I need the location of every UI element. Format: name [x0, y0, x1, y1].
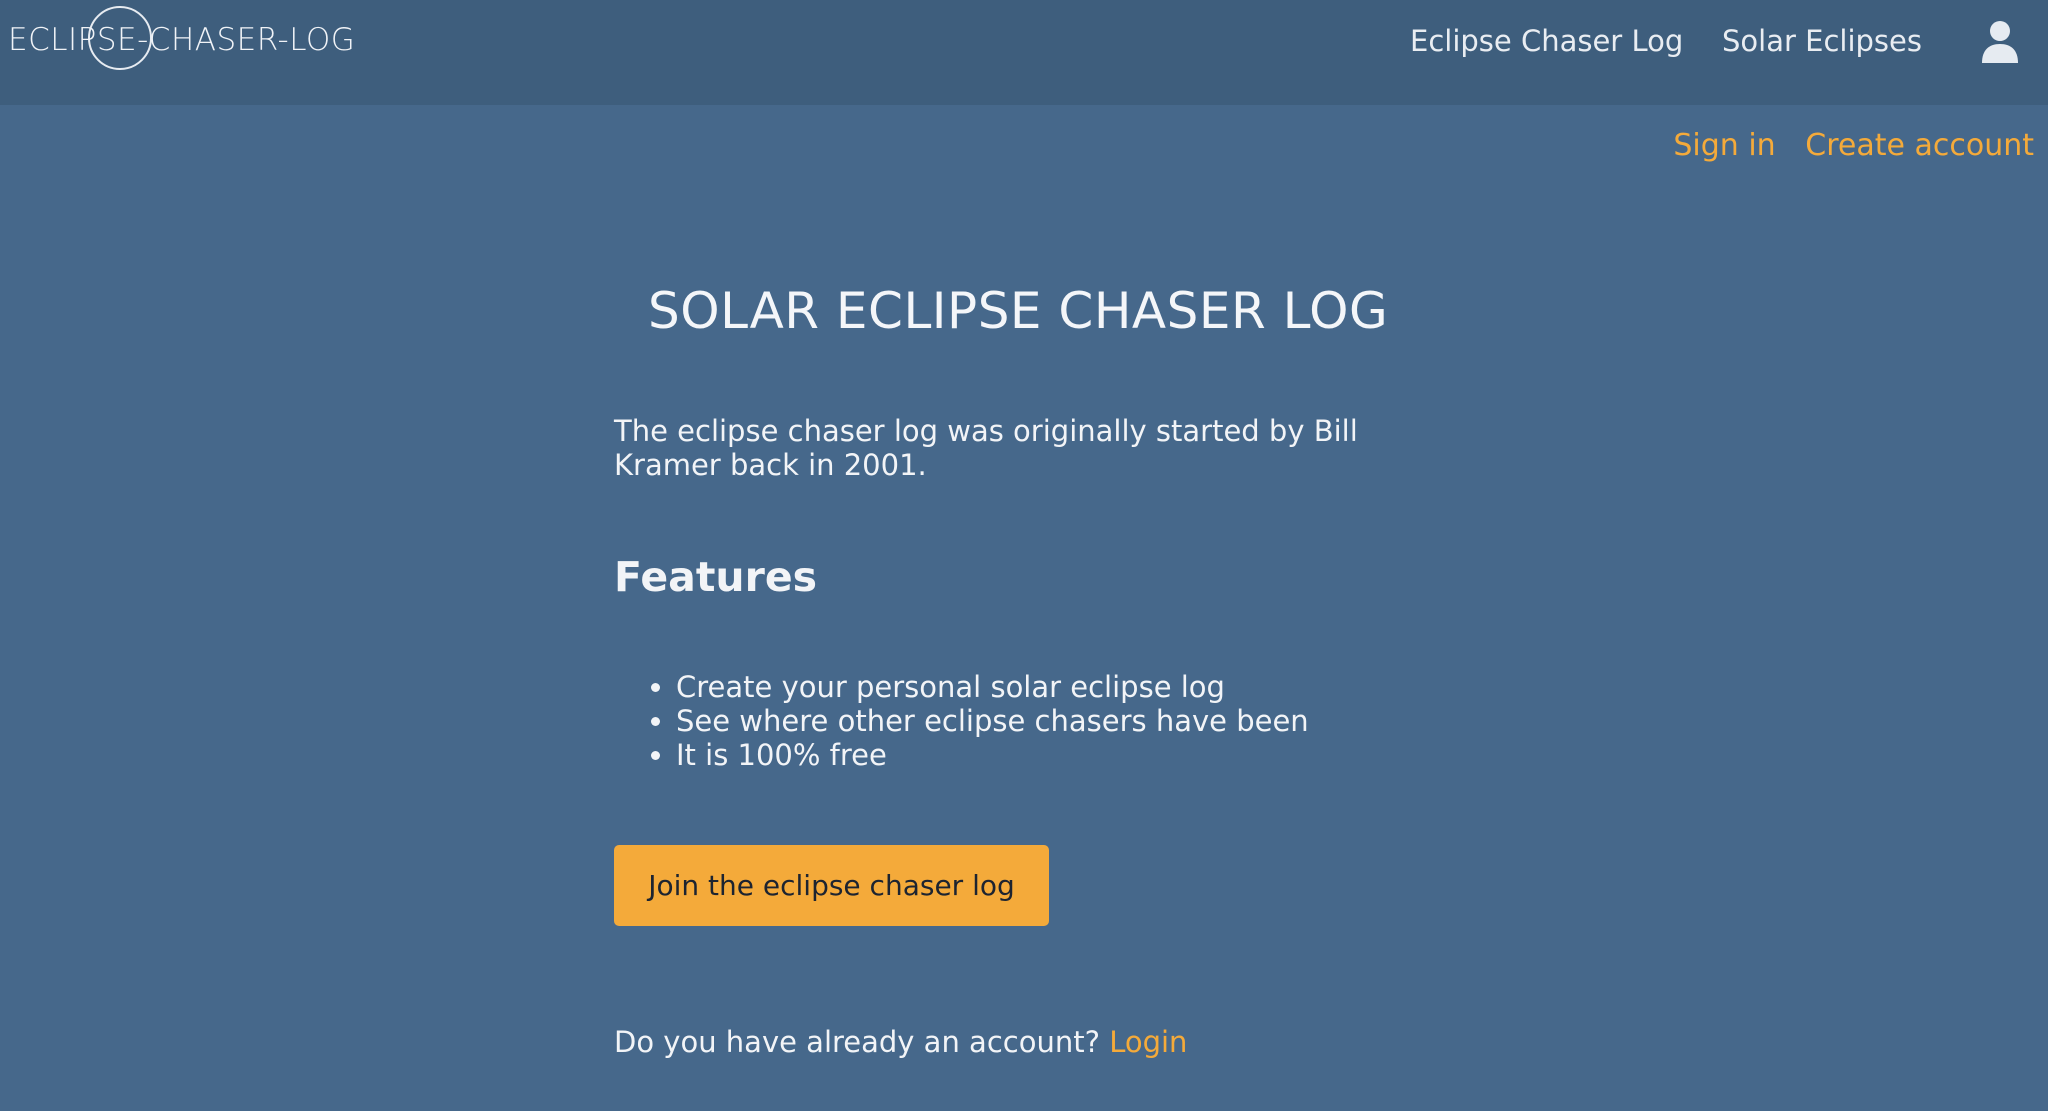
nav-link-eclipse-chaser-log[interactable]: Eclipse Chaser Log [1410, 24, 1683, 58]
login-link[interactable]: Login [1109, 1025, 1187, 1059]
join-button[interactable]: Join the eclipse chaser log [614, 845, 1049, 926]
logo-text-part-2: -CHASER-LOG [137, 22, 356, 58]
page-title: SOLAR ECLIPSE CHASER LOG [648, 282, 1389, 340]
site-logo[interactable]: ECLIPSE-CHASER-LOG [8, 6, 355, 74]
features-heading: Features [614, 553, 818, 601]
login-prompt: Do you have already an account? Login [614, 1025, 1187, 1059]
intro-text: The eclipse chaser log was originally st… [614, 414, 1358, 482]
feature-item: See where other eclipse chasers have bee… [676, 704, 1309, 738]
feature-item: It is 100% free [676, 738, 1309, 772]
feature-list: Create your personal solar eclipse log S… [614, 670, 1309, 772]
nav-link-solar-eclipses[interactable]: Solar Eclipses [1722, 24, 1922, 58]
logo-text: ECLIPSE-CHASER-LOG [8, 22, 355, 58]
top-navigation-bar: ECLIPSE-CHASER-LOG Eclipse Chaser Log So… [0, 0, 2048, 105]
sign-in-link[interactable]: Sign in [1673, 128, 1775, 163]
feature-item: Create your personal solar eclipse log [676, 670, 1309, 704]
login-prompt-text: Do you have already an account? [614, 1025, 1100, 1059]
user-icon[interactable] [1980, 20, 2020, 64]
auth-links: Sign in Create account [1653, 128, 2034, 163]
create-account-link[interactable]: Create account [1805, 128, 2034, 163]
logo-text-part-1: ECLIPSE [8, 22, 138, 58]
